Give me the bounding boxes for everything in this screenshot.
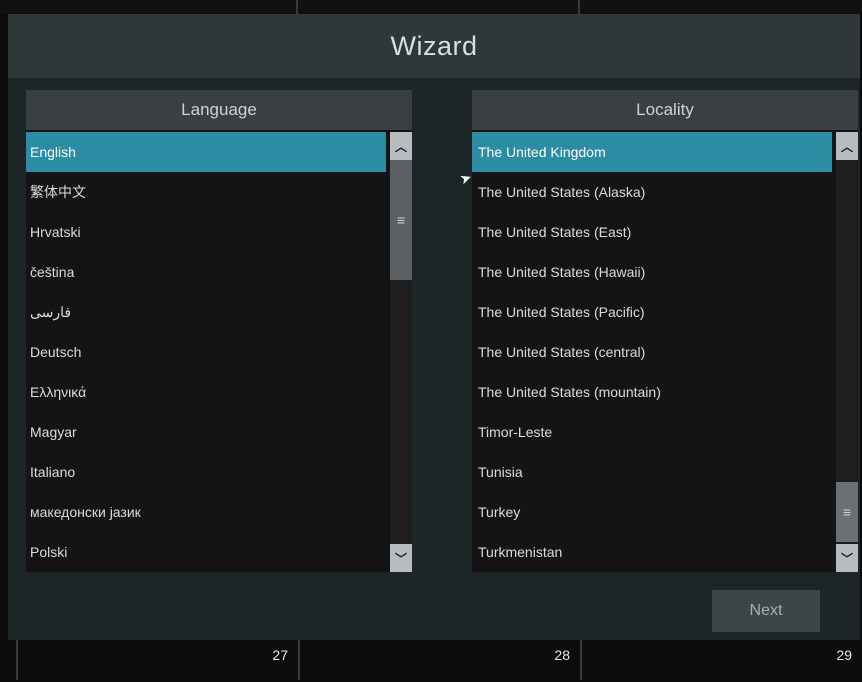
locality-item-us-mountain[interactable]: The United States (mountain)	[472, 372, 832, 412]
locality-item-turkey[interactable]: Turkey	[472, 492, 832, 532]
language-item-macedonian[interactable]: македонски јазик	[26, 492, 386, 532]
language-scrollbar[interactable]: ︿ ≡ ﹀	[390, 132, 412, 572]
locality-item-us-alaska[interactable]: The United States (Alaska)	[472, 172, 832, 212]
language-item-italian[interactable]: Italiano	[26, 452, 386, 492]
chevron-down-icon: ﹀	[840, 551, 853, 566]
language-item-greek[interactable]: Ελληνικά	[26, 372, 386, 412]
locality-item-us-hawaii[interactable]: The United States (Hawaii)	[472, 252, 832, 292]
locality-header: Locality	[472, 90, 858, 130]
footer-bar: 27 28 29	[0, 640, 862, 682]
language-item-english[interactable]: English	[26, 132, 386, 172]
locality-item-us-pacific[interactable]: The United States (Pacific)	[472, 292, 832, 332]
scroll-up-button[interactable]: ︿	[836, 132, 858, 160]
locality-item-tunisia[interactable]: Tunisia	[472, 452, 832, 492]
scroll-thumb[interactable]: ≡	[836, 482, 858, 542]
locality-item-us-east[interactable]: The United States (East)	[472, 212, 832, 252]
language-item-croatian[interactable]: Hrvatski	[26, 212, 386, 252]
scroll-up-button[interactable]: ︿	[390, 132, 412, 160]
chevron-down-icon: ﹀	[394, 551, 407, 566]
top-strip	[0, 0, 862, 14]
top-divider	[578, 0, 580, 14]
locality-scrollbar[interactable]: ︿ ≡ ﹀	[836, 132, 858, 572]
locality-item-turkmenistan[interactable]: Turkmenistan	[472, 532, 832, 572]
footer-cell: 29	[580, 640, 862, 680]
scroll-down-button[interactable]: ﹀	[390, 544, 412, 572]
locality-item-us-central[interactable]: The United States (central)	[472, 332, 832, 372]
locality-item-timor-leste[interactable]: Timor-Leste	[472, 412, 832, 452]
grip-icon: ≡	[842, 504, 852, 520]
chevron-up-icon: ︿	[840, 139, 853, 154]
language-panel: Language English 繁体中文 Hrvatski čeština ف…	[26, 90, 412, 572]
footer-cell: 27	[16, 640, 298, 680]
scroll-down-button[interactable]: ﹀	[836, 544, 858, 572]
grip-icon: ≡	[396, 212, 406, 228]
next-button[interactable]: Next	[712, 590, 820, 632]
wizard-dialog: Wizard Language English 繁体中文 Hrvatski če…	[8, 14, 860, 640]
locality-list[interactable]: The United Kingdom The United States (Al…	[472, 132, 832, 572]
language-item-german[interactable]: Deutsch	[26, 332, 386, 372]
footer-cell: 28	[298, 640, 580, 680]
language-item-persian[interactable]: فارسی	[26, 292, 386, 332]
language-item-hungarian[interactable]: Magyar	[26, 412, 386, 452]
title-bar: Wizard	[8, 14, 860, 78]
top-divider	[296, 0, 298, 14]
language-item-chinese-traditional[interactable]: 繁体中文	[26, 172, 386, 212]
dialog-title: Wizard	[390, 30, 478, 61]
locality-item-united-kingdom[interactable]: The United Kingdom	[472, 132, 832, 172]
locality-panel: Locality The United Kingdom The United S…	[472, 90, 858, 572]
scroll-thumb[interactable]: ≡	[390, 160, 412, 280]
language-item-czech[interactable]: čeština	[26, 252, 386, 292]
chevron-up-icon: ︿	[394, 139, 407, 154]
language-header: Language	[26, 90, 412, 130]
language-item-polish[interactable]: Polski	[26, 532, 386, 572]
language-list[interactable]: English 繁体中文 Hrvatski čeština فارسی Deut…	[26, 132, 386, 572]
